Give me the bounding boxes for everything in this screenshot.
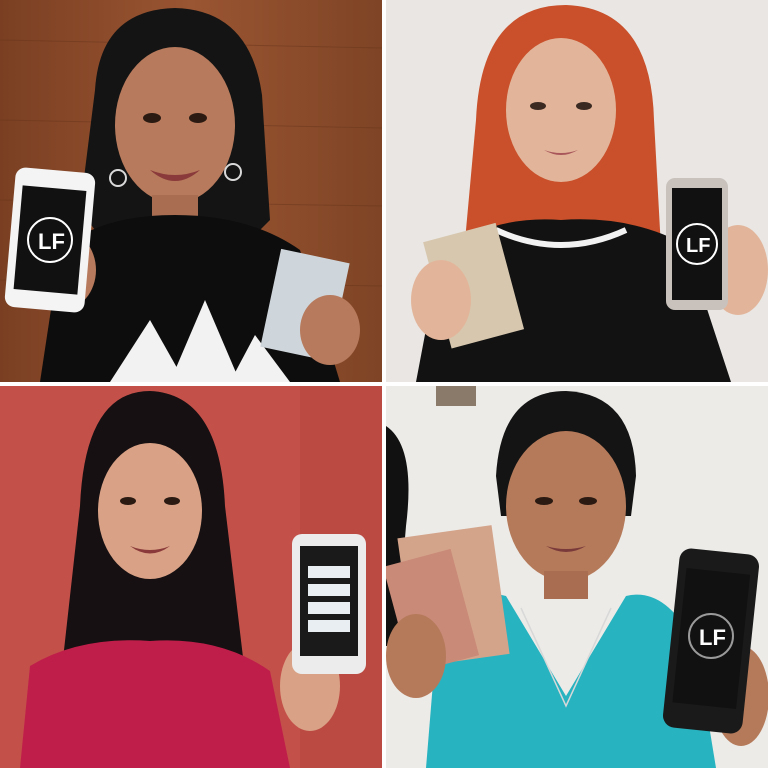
lf-logo-1: LF: [38, 229, 65, 254]
face-shape: [506, 431, 626, 581]
photo-panel-3: [0, 386, 382, 768]
photo-3-illustration: [0, 386, 382, 768]
photo-2-illustration: LF: [386, 0, 768, 382]
photo-1-illustration: LF: [0, 0, 382, 382]
photo-collage: LF LF LF: [0, 0, 768, 768]
photo-4-illustration: LF: [386, 386, 768, 768]
phone-3-screen: [300, 546, 358, 656]
lf-logo-2: LF: [686, 235, 710, 257]
photo-panel-1: LF: [0, 0, 382, 382]
lf-logo-4: LF: [699, 625, 726, 650]
face-shape: [506, 38, 616, 182]
face-shape: [98, 443, 202, 579]
photo-panel-2: LF: [386, 0, 768, 382]
photo-panel-4: LF: [386, 386, 768, 768]
pink-shirt: [20, 640, 290, 768]
